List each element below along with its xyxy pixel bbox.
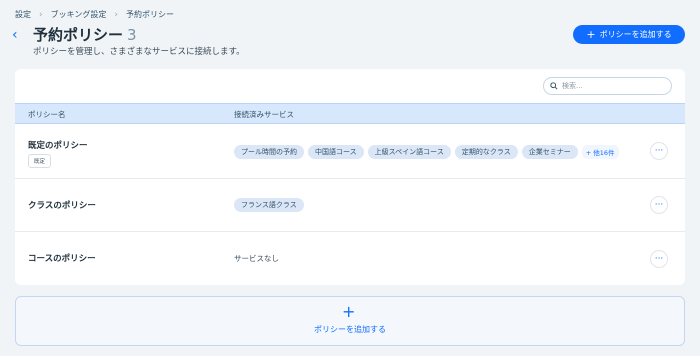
add-policy-box-label: ポリシーを追加する <box>314 325 386 334</box>
column-header-policy-name: ポリシー名 <box>28 110 66 119</box>
back-arrow-icon[interactable]: ‹ <box>12 27 18 43</box>
no-services-text: サービスなし <box>234 254 279 263</box>
service-chip: 上級スペイン語コース <box>367 145 451 159</box>
page-title: 予約ポリシー 3 <box>33 24 137 45</box>
add-policy-button-label: ポリシーを追加する <box>599 30 672 39</box>
column-header-connected-services: 接続済みサービス <box>234 110 294 119</box>
page-subtitle: ポリシーを管理し、さまざまなサービスに接続します。 <box>33 47 245 57</box>
more-actions-button[interactable]: ··· <box>650 250 668 268</box>
table-header: ポリシー名 接続済みサービス <box>15 103 685 124</box>
chevron-right-icon: › <box>39 9 43 20</box>
plus-icon: + <box>586 28 596 41</box>
table-row[interactable]: クラスのポリシー フランス語クラス ··· <box>15 178 685 232</box>
service-chip: フランス語クラス <box>234 198 304 212</box>
more-horizontal-icon: ··· <box>654 253 664 264</box>
policy-name: クラスのポリシー <box>28 201 96 211</box>
policy-count: 3 <box>127 26 137 44</box>
service-chip: プール時間の予約 <box>234 145 304 159</box>
table-row[interactable]: コースのポリシー サービスなし ··· <box>15 231 685 285</box>
service-chips: フランス語クラス <box>234 198 304 212</box>
search-icon <box>550 82 558 90</box>
add-policy-box[interactable]: + ポリシーを追加する <box>15 296 685 346</box>
page-title-text: 予約ポリシー <box>33 26 124 44</box>
policy-name: コースのポリシー <box>28 254 96 264</box>
search-placeholder: 検索... <box>562 82 583 90</box>
service-chips: プール時間の予約 中国語コース 上級スペイン語コース 定期的なクラス 企業セミナ… <box>234 145 619 159</box>
table-row[interactable]: 既定のポリシー 既定 プール時間の予約 中国語コース 上級スペイン語コース 定期… <box>15 124 685 179</box>
breadcrumb-item-booking-settings[interactable]: ブッキング設定 <box>51 9 107 20</box>
search-input[interactable]: 検索... <box>543 77 672 95</box>
add-policy-button[interactable]: + ポリシーを追加する <box>573 25 685 44</box>
more-services-link[interactable]: + 他16件 <box>581 145 619 159</box>
service-chip: 中国語コース <box>308 145 364 159</box>
more-horizontal-icon: ··· <box>654 199 664 210</box>
more-actions-button[interactable]: ··· <box>650 196 668 214</box>
breadcrumb-item-settings[interactable]: 設定 <box>15 9 31 20</box>
breadcrumb: 設定 › ブッキング設定 › 予約ポリシー <box>15 9 174 20</box>
service-chip: 企業セミナー <box>521 145 578 159</box>
default-badge: 既定 <box>28 154 52 168</box>
breadcrumb-item-current: 予約ポリシー <box>125 10 174 19</box>
more-horizontal-icon: ··· <box>654 145 664 156</box>
service-chip: 定期的なクラス <box>454 145 518 159</box>
policy-name: 既定のポリシー <box>28 141 88 151</box>
chevron-right-icon: › <box>114 9 118 20</box>
policies-card: 検索... ポリシー名 接続済みサービス 既定のポリシー 既定 プール時間の予約… <box>15 69 685 285</box>
plus-icon: + <box>342 302 356 321</box>
more-actions-button[interactable]: ··· <box>650 142 668 160</box>
